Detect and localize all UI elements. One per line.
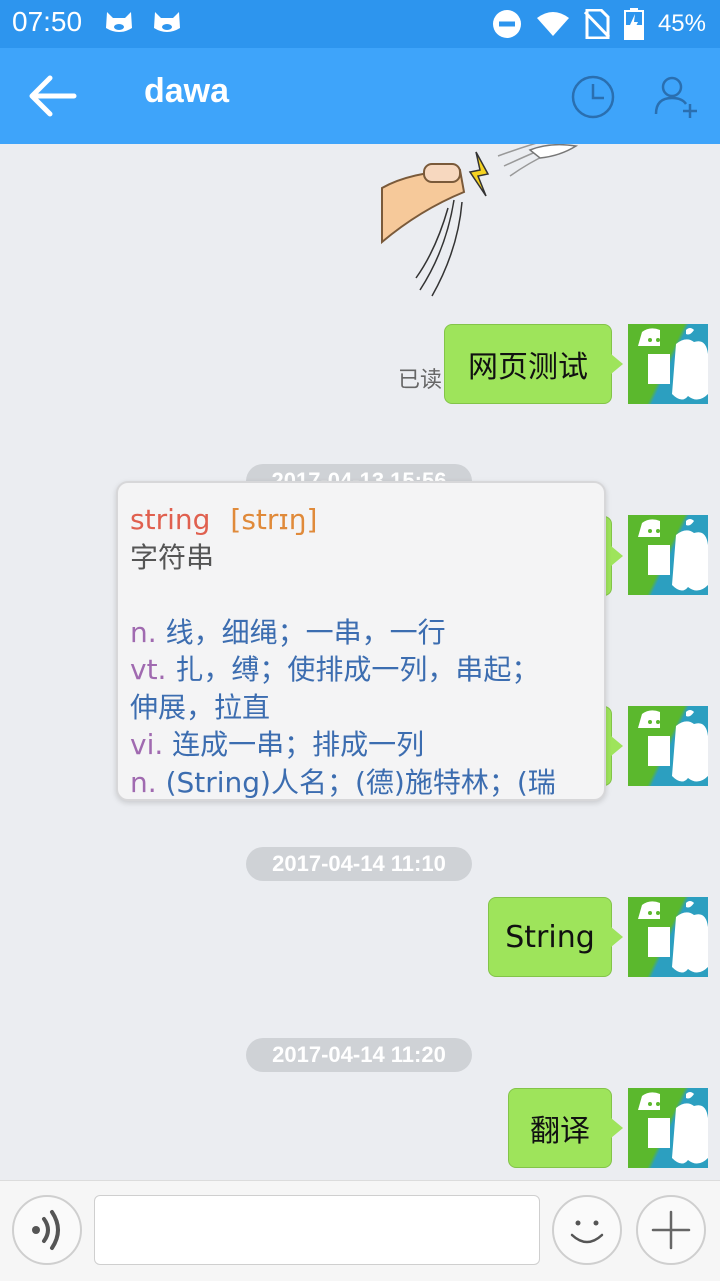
dict-pos: vt. bbox=[130, 653, 167, 686]
avatar[interactable] bbox=[628, 706, 708, 786]
dict-pos: n. bbox=[130, 765, 157, 799]
message-text: 翻译 bbox=[530, 1114, 590, 1149]
avatar[interactable] bbox=[628, 515, 708, 595]
back-button[interactable] bbox=[28, 74, 78, 118]
emoji-button[interactable] bbox=[552, 1195, 622, 1265]
dict-pos: vi. bbox=[130, 728, 164, 761]
status-time: 07:50 bbox=[12, 6, 83, 37]
android-apple-avatar-icon bbox=[638, 519, 708, 591]
no-sim-icon bbox=[583, 9, 610, 39]
message-bubble[interactable]: 翻译 bbox=[508, 1088, 623, 1168]
voice-wave-icon bbox=[32, 1210, 60, 1250]
add-user-button[interactable] bbox=[652, 74, 700, 120]
android-apple-avatar-icon bbox=[638, 1092, 708, 1164]
do-not-disturb-icon bbox=[492, 10, 521, 38]
message-text: 网页测试 bbox=[468, 350, 588, 385]
android-apple-avatar-icon bbox=[638, 901, 708, 973]
android-apple-avatar-icon bbox=[638, 710, 708, 782]
dict-definition: n. (String)人名；(德)施特林；(瑞 bbox=[130, 764, 596, 800]
smiley-icon bbox=[570, 1220, 604, 1244]
chat-title: dawa bbox=[144, 72, 230, 110]
dictionary-popup[interactable]: string [strɪŋ] 字符串 n. 线，细绳；一串，一行 vt. 扎，缚；… bbox=[116, 481, 606, 801]
dict-definition: 伸展，拉直 bbox=[130, 689, 596, 727]
avatar[interactable] bbox=[628, 1088, 708, 1168]
read-receipt: 已读 bbox=[398, 368, 443, 393]
dict-phonetic: [strɪŋ] bbox=[230, 503, 318, 536]
history-clock-button[interactable] bbox=[570, 74, 616, 120]
sticker-image[interactable] bbox=[380, 144, 580, 300]
dict-def-text: 扎，缚；使排成一列，串起； bbox=[175, 653, 540, 686]
message-bubble[interactable]: String bbox=[488, 897, 623, 977]
dict-def-text: 连成一串；排成一列 bbox=[172, 728, 425, 761]
message-text: String bbox=[505, 919, 595, 955]
battery-icon bbox=[623, 8, 644, 40]
dict-definition: vt. 扎，缚；使排成一列，串起； bbox=[130, 651, 596, 689]
message-input[interactable] bbox=[94, 1195, 540, 1265]
avatar[interactable] bbox=[628, 897, 708, 977]
voice-input-button[interactable] bbox=[12, 1195, 82, 1265]
cat-notification-icon bbox=[106, 12, 132, 32]
title-bar: dawa bbox=[0, 48, 720, 144]
cat-notification-icon-2 bbox=[154, 12, 180, 32]
android-apple-avatar-icon bbox=[638, 328, 708, 400]
chat-area[interactable]: 已读 网页测试 2017-04-13 15:56 bbox=[0, 144, 720, 1180]
dict-definition: n. 线，细绳；一串，一行 bbox=[130, 614, 596, 652]
timestamp: 2017-04-14 11:10 bbox=[246, 847, 472, 881]
plus-icon bbox=[651, 1210, 691, 1250]
battery-percent: 45% bbox=[657, 10, 706, 37]
dict-definition: vi. 连成一串；排成一列 bbox=[130, 726, 596, 764]
dict-pos: n. bbox=[130, 615, 157, 649]
dict-def-text: (String)人名；(德)施特林；(瑞 bbox=[165, 765, 556, 799]
timestamp: 2017-04-14 11:20 bbox=[246, 1038, 472, 1072]
dict-def-text: 伸展，拉直 bbox=[130, 690, 271, 724]
input-bar bbox=[0, 1180, 720, 1281]
dict-word: string bbox=[130, 503, 211, 536]
more-options-button[interactable] bbox=[636, 1195, 706, 1265]
wifi-icon bbox=[536, 12, 569, 36]
status-bar: 07:50 45% bbox=[0, 0, 720, 48]
dict-meaning: 字符串 bbox=[130, 540, 215, 574]
dict-def-text: 线，细绳；一串，一行 bbox=[165, 615, 446, 649]
message-bubble[interactable]: 网页测试 bbox=[444, 324, 623, 404]
avatar[interactable] bbox=[628, 324, 708, 404]
